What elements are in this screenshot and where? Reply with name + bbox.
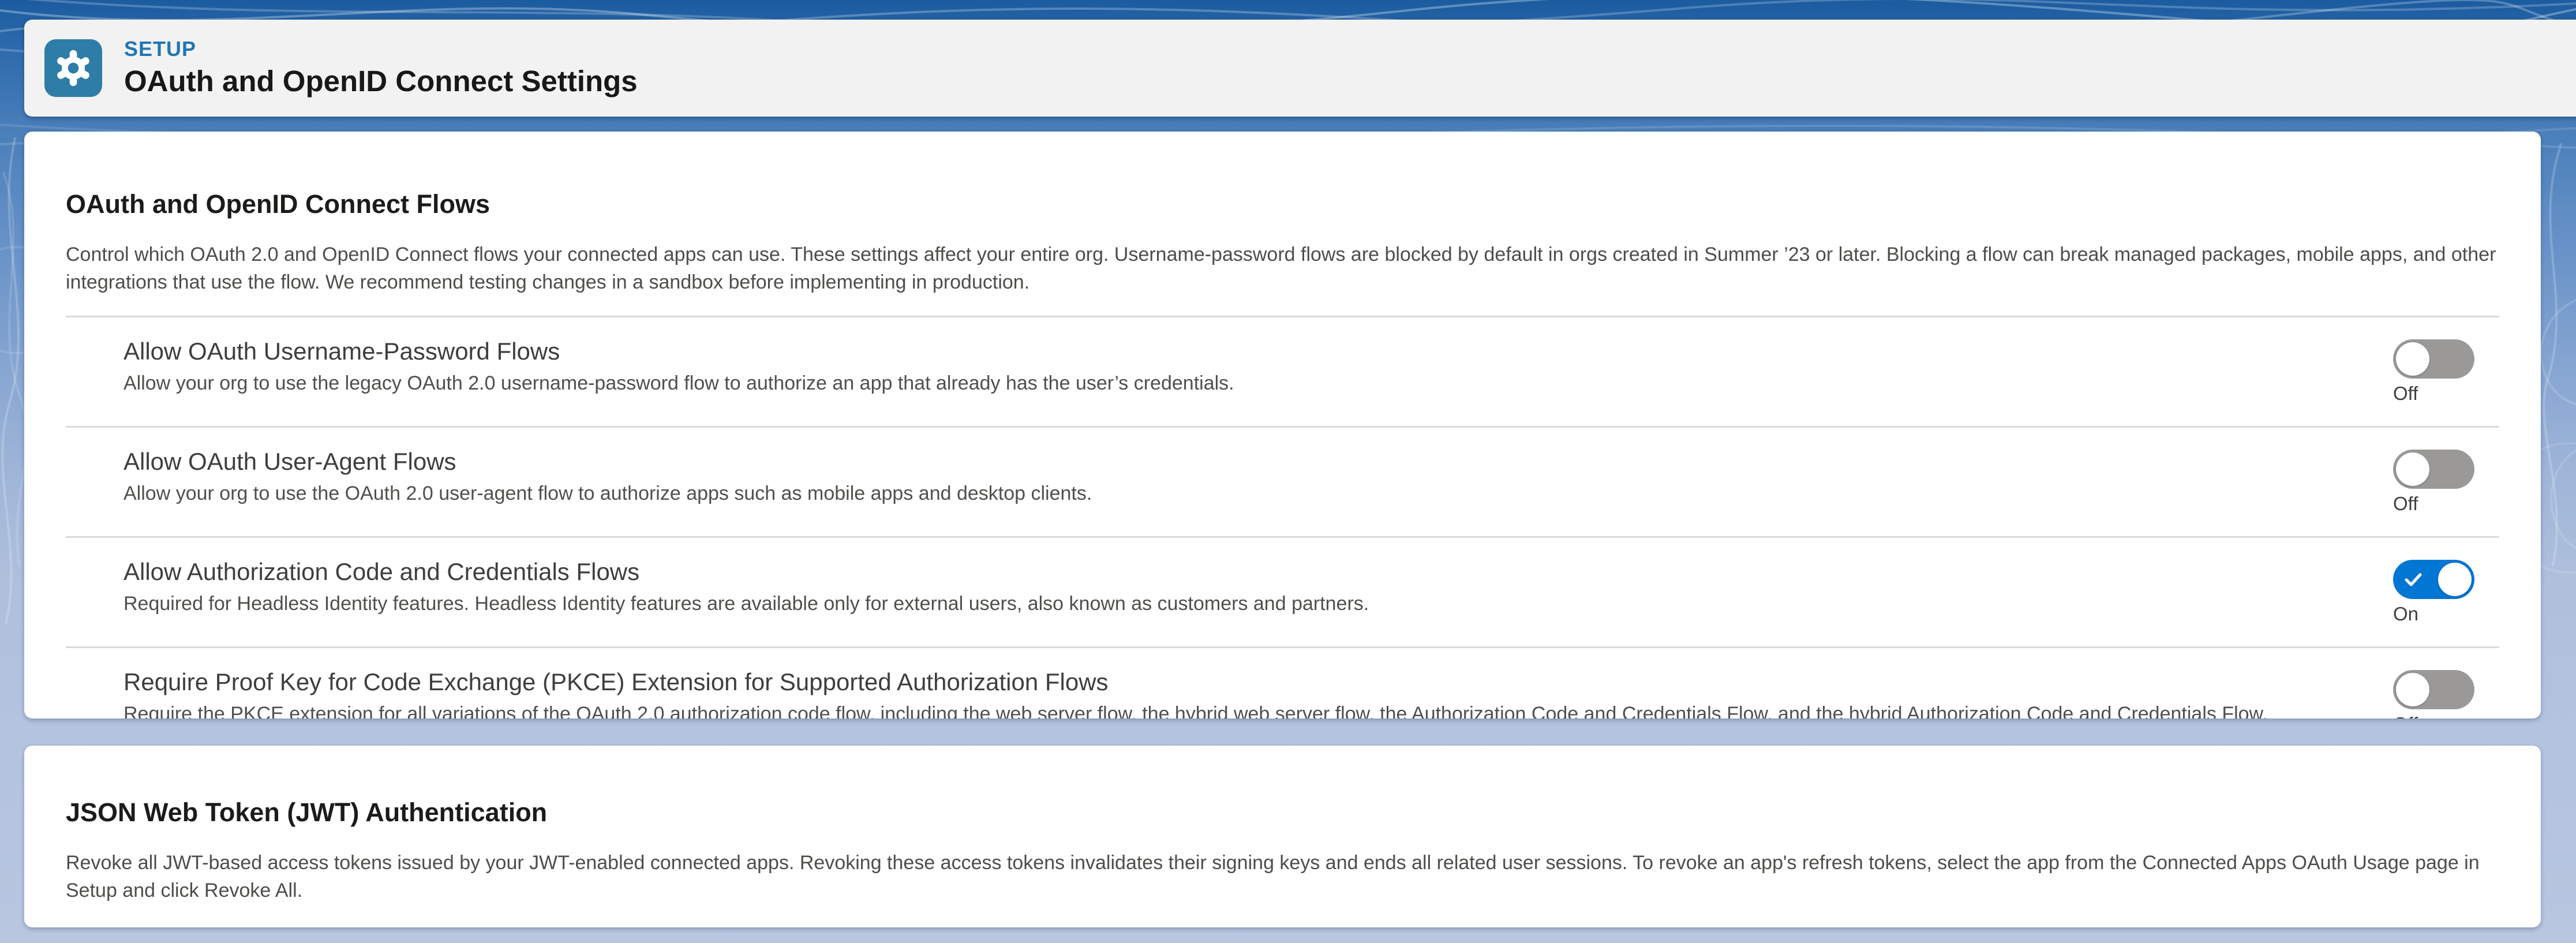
toggle-wrap: Off xyxy=(2393,450,2474,513)
jwt-authentication-card: JSON Web Token (JWT) Authentication Revo… xyxy=(24,746,2541,927)
settings-rows: Allow OAuth Username-Password Flows Allo… xyxy=(66,316,2499,719)
toggle-knob xyxy=(2396,452,2429,486)
setting-text: Allow OAuth Username-Password Flows Allo… xyxy=(123,337,1234,395)
setting-title: Allow Authorization Code and Credentials… xyxy=(123,557,1369,586)
setting-row-user-agent-flows: Allow OAuth User-Agent Flows Allow your … xyxy=(66,426,2499,536)
toggle-state-label: Off xyxy=(2393,494,2474,513)
setting-text: Require Proof Key for Code Exchange (PKC… xyxy=(123,668,2268,719)
header-text: SETUP OAuth and OpenID Connect Settings xyxy=(124,39,638,98)
setting-title: Require Proof Key for Code Exchange (PKC… xyxy=(123,668,2268,697)
toggle-auth-code-credentials-flows[interactable] xyxy=(2393,560,2474,599)
toggle-wrap: On xyxy=(2393,560,2474,623)
setting-description: Allow your org to use the OAuth 2.0 user… xyxy=(123,482,1092,505)
page-title: OAuth and OpenID Connect Settings xyxy=(124,65,638,98)
setting-row-require-pkce: Require Proof Key for Code Exchange (PKC… xyxy=(66,646,2499,719)
flows-card-heading: OAuth and OpenID Connect Flows xyxy=(66,190,2499,219)
page-header: SETUP OAuth and OpenID Connect Settings xyxy=(24,20,2576,117)
toggle-wrap: Off xyxy=(2393,339,2474,403)
oauth-flows-card: OAuth and OpenID Connect Flows Control w… xyxy=(24,132,2541,719)
flows-card-description: Control which OAuth 2.0 and OpenID Conne… xyxy=(66,241,2499,296)
toggle-knob xyxy=(2396,342,2429,376)
toggle-state-label: Off xyxy=(2393,714,2474,719)
setting-text: Allow OAuth User-Agent Flows Allow your … xyxy=(123,447,1092,505)
jwt-card-description: Revoke all JWT-based access tokens issue… xyxy=(66,849,2499,904)
toggle-state-label: Off xyxy=(2393,384,2474,403)
setting-title: Allow OAuth User-Agent Flows xyxy=(123,447,1092,476)
toggle-knob xyxy=(2438,563,2472,596)
toggle-require-pkce[interactable] xyxy=(2393,670,2474,709)
breadcrumb-setup: SETUP xyxy=(124,39,638,59)
setting-row-username-password-flows: Allow OAuth Username-Password Flows Allo… xyxy=(66,316,2499,426)
setting-description: Require the PKCE extension for all varia… xyxy=(123,702,2268,719)
gear-icon xyxy=(54,49,92,87)
setting-text: Allow Authorization Code and Credentials… xyxy=(123,557,1369,615)
jwt-card-heading: JSON Web Token (JWT) Authentication xyxy=(66,798,2499,827)
setting-title: Allow OAuth Username-Password Flows xyxy=(123,337,1234,366)
toggle-user-agent-flows[interactable] xyxy=(2393,450,2474,489)
toggle-wrap: Off xyxy=(2393,670,2474,719)
setup-tile xyxy=(44,39,102,97)
toggle-knob xyxy=(2396,673,2429,706)
setting-row-auth-code-credentials-flows: Allow Authorization Code and Credentials… xyxy=(66,536,2499,646)
setting-description: Required for Headless Identity features.… xyxy=(123,592,1369,615)
toggle-state-label: On xyxy=(2393,604,2474,623)
check-icon xyxy=(2403,569,2424,590)
setting-description: Allow your org to use the legacy OAuth 2… xyxy=(123,372,1234,395)
toggle-username-password-flows[interactable] xyxy=(2393,339,2474,379)
